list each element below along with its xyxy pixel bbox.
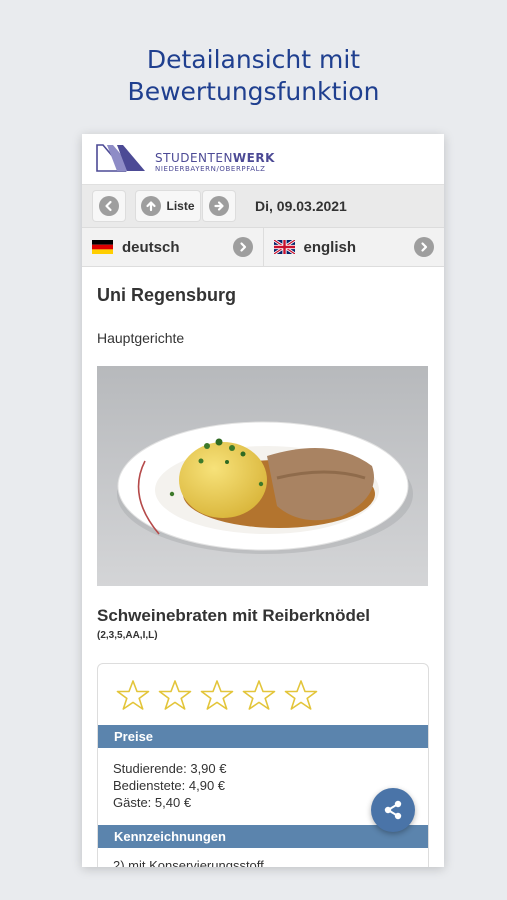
canteen-name: Uni Regensburg xyxy=(97,285,237,305)
arrow-right-icon xyxy=(209,196,229,216)
star-1-icon[interactable] xyxy=(116,679,150,711)
language-german-label: deutsch xyxy=(122,238,180,256)
chevron-right-icon xyxy=(232,237,253,257)
promo-title-line1: Detailansicht mit xyxy=(146,45,361,74)
uk-flag-icon xyxy=(273,240,295,254)
language-german-button[interactable]: deutsch xyxy=(82,228,263,266)
meal-category: Hauptgerichte xyxy=(97,330,185,346)
chevron-right-icon xyxy=(414,237,434,257)
arrow-left-icon xyxy=(99,196,119,216)
brand-light: STUDENTEN xyxy=(155,151,233,165)
next-day-button[interactable] xyxy=(203,191,235,221)
arrow-up-icon xyxy=(141,196,162,216)
rating-stars xyxy=(98,664,428,725)
prev-day-button[interactable] xyxy=(93,191,125,221)
star-3-icon[interactable] xyxy=(200,679,234,711)
brand-sub: NIEDERBAYERN/OBERPFALZ xyxy=(155,165,266,173)
studentenwerk-logo-icon xyxy=(96,144,145,172)
promo-title: Detailansicht mit Bewertungsfunktion xyxy=(0,44,507,108)
labels-list: 2) mit Konservierungsstoff xyxy=(98,848,428,867)
app-header: STUDENTENWERK NIEDERBAYERN/OBERPFALZ xyxy=(82,134,444,185)
star-5-icon[interactable] xyxy=(284,679,318,711)
detail-content: Uni Regensburg Hauptgerichte Schweinebra… xyxy=(82,285,444,867)
language-english-label: english xyxy=(303,238,357,256)
star-2-icon[interactable] xyxy=(158,679,192,711)
share-icon xyxy=(384,800,402,820)
price-guests: Gäste: 5,40 € xyxy=(113,795,192,810)
star-4-icon[interactable] xyxy=(242,679,276,711)
date-nav-bar: Liste Di, 09.03.2021 xyxy=(82,185,444,228)
dish-photo xyxy=(97,366,428,586)
label-item: 2) mit Konservierungsstoff xyxy=(113,858,264,867)
labels-heading: Kennzeichnungen xyxy=(98,825,428,848)
list-button-label: Liste xyxy=(166,199,195,213)
share-button[interactable] xyxy=(371,788,415,832)
current-date: Di, 09.03.2021 xyxy=(255,198,347,214)
list-button[interactable]: Liste xyxy=(136,191,200,221)
allergen-codes: (2,3,5,AA,I,L) xyxy=(97,630,158,641)
brand-bold: WERK xyxy=(232,151,275,165)
brand-wordmark: STUDENTENWERK NIEDERBAYERN/OBERPFALZ xyxy=(155,152,275,174)
language-english-button[interactable]: english xyxy=(262,228,445,266)
price-staff: Bedienstete: 4,90 € xyxy=(113,778,226,793)
rating-card: Preise Studierende: 3,90 € Bedienstete: … xyxy=(97,663,429,867)
app-screen: STUDENTENWERK NIEDERBAYERN/OBERPFALZ Lis… xyxy=(82,134,444,867)
german-flag-icon xyxy=(92,240,113,254)
prices-heading: Preise xyxy=(98,725,428,748)
dish-name: Schweinebraten mit Reiberknödel xyxy=(97,606,371,625)
language-bar: deutsch english xyxy=(82,228,444,267)
promo-title-line2: Bewertungsfunktion xyxy=(127,77,380,106)
price-students: Studierende: 3,90 € xyxy=(113,761,227,776)
